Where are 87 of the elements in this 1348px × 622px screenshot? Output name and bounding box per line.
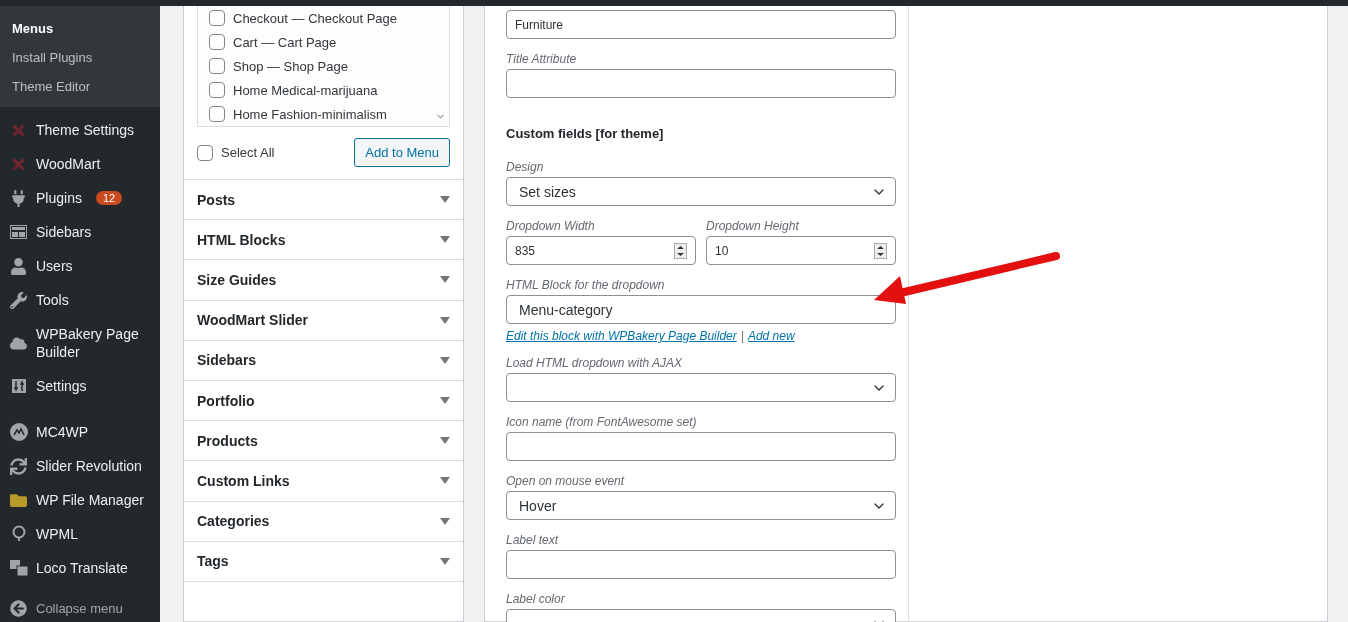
field-label: Label color [506,592,566,606]
section-title[interactable]: Categories [197,513,270,530]
text-field[interactable] [506,432,896,461]
triangle-icon[interactable] [440,397,450,405]
field-label: Title Attribute [506,52,578,66]
collapse-icon[interactable] [9,599,28,617]
menu-item[interactable]: Theme Settings [36,121,135,139]
triangle-icon[interactable] [440,316,450,324]
menu-item[interactable]: Plugins [36,189,82,207]
triangle-icon[interactable] [440,477,450,485]
field-label: Icon name (from FontAwesome set) [506,415,698,429]
spinner-icon[interactable] [674,242,687,259]
select-field[interactable]: Hover [506,491,896,520]
menu-item[interactable]: Sidebars [36,223,92,241]
select-field[interactable] [506,373,896,402]
user-icon [9,257,28,275]
page-label: Home Medical-marijuana [233,82,378,98]
triangle-icon[interactable] [440,196,450,204]
separator: | [740,329,744,343]
field-label: Load HTML dropdown with AJAX [506,356,684,370]
menu-item[interactable]: Tools [36,291,69,309]
field-label: HTML Block for the dropdown [506,278,666,292]
select-field[interactable]: Set sizes [506,177,896,206]
layout-icon [9,225,28,239]
text-field[interactable] [506,550,896,579]
text-field[interactable] [506,69,896,98]
sliders-icon [9,379,28,393]
count-badge: 12 [95,191,123,205]
checkbox[interactable] [209,58,225,74]
section-title[interactable]: Sidebars [197,352,257,369]
text-field[interactable]: Furniture [506,10,896,39]
plug-icon [9,189,28,207]
section-heading: Custom fields [for theme] [506,126,665,141]
triangle-icon[interactable] [440,276,450,284]
folder-icon [9,491,28,509]
number-field[interactable]: 10 [706,236,896,265]
menu-item[interactable]: WoodMart [36,155,101,173]
translate-icon [9,560,28,576]
section-title[interactable]: Products [197,432,258,449]
menu-item[interactable]: Loco Translate [36,559,128,577]
collapse-menu-link[interactable]: Collapse menu [36,600,123,616]
field-label: Design [506,160,545,174]
field-label: Label text [506,533,560,547]
link[interactable]: Edit this block with WPBakery Page Builder [506,329,737,343]
checkbox[interactable] [209,106,225,122]
page-label: Checkout — Checkout Page [233,10,398,26]
triangle-icon[interactable] [440,557,450,565]
wrench-icon [9,291,28,309]
submenu-item[interactable]: Theme Editor [0,72,160,101]
page-label: Shop — Shop Page [233,58,348,74]
checkbox[interactable] [209,82,225,98]
triangle-icon[interactable] [440,236,450,244]
link[interactable]: Add new [747,329,795,343]
checkbox[interactable] [197,144,213,161]
menu-item[interactable]: Slider Revolution [36,457,142,475]
page-label: Cart — Cart Page [233,34,337,50]
triangle-icon[interactable] [440,356,450,364]
submenu-item[interactable]: Install Plugins [0,43,160,72]
section-title[interactable]: Custom Links [197,472,290,489]
section-title[interactable]: Size Guides [197,271,277,288]
field-label: Open on mouse event [506,474,626,488]
checkbox[interactable] [209,10,225,26]
section-title[interactable]: WoodMart Slider [197,312,308,329]
menu-item[interactable]: MC4WP [36,423,89,441]
menu-item[interactable]: WPBakery Page Builder [36,325,160,361]
section-title[interactable]: HTML Blocks [197,231,286,248]
menu-item[interactable]: WPML [36,525,78,543]
circle-logo-icon [9,423,28,441]
spinner-icon[interactable] [874,242,887,259]
section-title[interactable]: Posts [197,191,236,208]
select-field[interactable]: Menu-category [506,295,896,324]
page-label: Home Fashion-minimalism [233,106,387,122]
field-label: Dropdown Height [706,219,800,233]
field-label: Dropdown Width [506,219,596,233]
menu-item[interactable]: Users [36,257,73,275]
triangle-icon[interactable] [440,517,450,525]
checkbox[interactable] [209,34,225,50]
sync-icon [9,457,28,475]
menu-item[interactable]: WP File Manager [36,491,144,509]
add-to-menu-button[interactable]: Add to Menu [354,138,450,167]
menu-item[interactable]: Settings [36,377,87,395]
number-field[interactable]: 835 [506,236,696,265]
submenu-item[interactable]: Menus [0,14,160,43]
triangle-icon[interactable] [440,437,450,445]
select-all-label: Select All [221,145,275,160]
section-title[interactable]: Tags [197,553,229,570]
section-title[interactable]: Portfolio [197,392,255,409]
